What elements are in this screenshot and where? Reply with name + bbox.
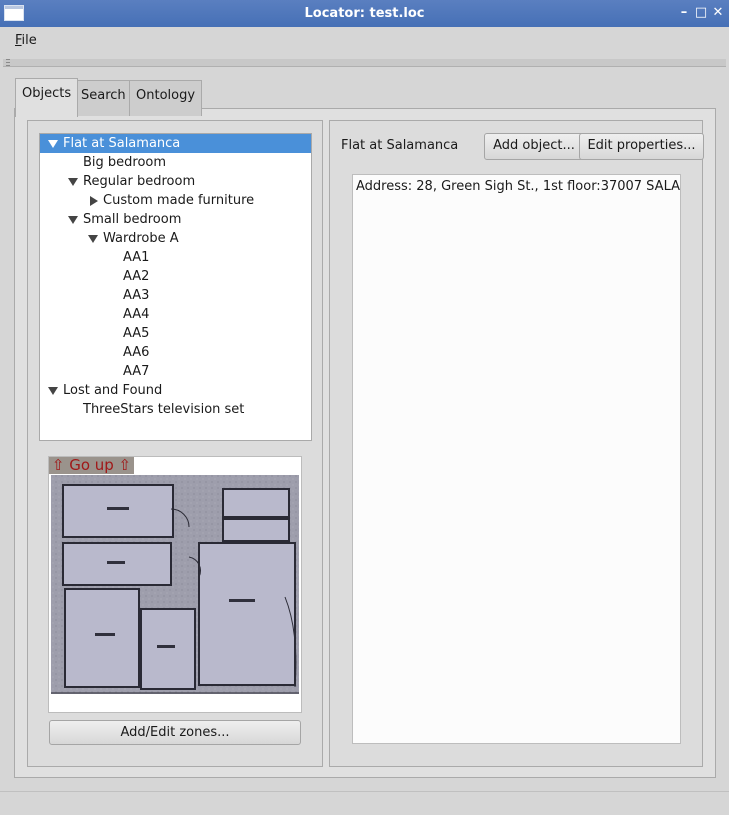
tree-node[interactable]: AA6 (123, 343, 149, 362)
tree-node[interactable]: Flat at Salamanca (40, 134, 311, 153)
expand-down-icon[interactable] (48, 387, 58, 395)
tree-node[interactable]: Lost and Found (40, 381, 311, 400)
tree-node[interactable]: Regular bedroom (40, 172, 311, 191)
expand-down-icon[interactable] (48, 140, 58, 148)
expand-down-icon[interactable] (68, 216, 78, 224)
tree-node[interactable]: Big bedroom (83, 153, 166, 172)
expand-down-icon[interactable] (88, 235, 98, 243)
title-bar: Locator: test.loc – □ ✕ (0, 0, 729, 27)
tree-node-label: AA2 (123, 269, 150, 284)
properties-text: Address: 28, Green Sigh St., 1st floor:3… (356, 179, 680, 194)
tab-ontology[interactable]: Ontology (129, 80, 203, 116)
tree-node[interactable]: AA5 (123, 324, 149, 343)
properties-view[interactable]: Address: 28, Green Sigh St., 1st floor:3… (352, 174, 681, 744)
object-title: Flat at Salamanca (341, 138, 459, 153)
tree-node-label: AA5 (123, 326, 150, 341)
tree-node[interactable]: Custom made furniture (40, 191, 311, 210)
tree-node[interactable]: AA2 (123, 267, 149, 286)
tab-objects[interactable]: Objects (15, 78, 79, 117)
tree-node-label: AA1 (123, 250, 150, 265)
tree-node[interactable]: AA4 (123, 305, 149, 324)
status-bar (0, 791, 729, 815)
floor-plan-image[interactable] (49, 457, 301, 712)
menu-bar: File (0, 27, 729, 55)
tree-node-label: Wardrobe A (103, 231, 179, 246)
tree-node[interactable]: ThreeStars television set (83, 400, 244, 419)
minimize-icon[interactable]: – (676, 5, 692, 21)
menu-file-label: File (15, 33, 37, 48)
tree-node-label: Lost and Found (63, 383, 163, 398)
tree-node-label: Small bedroom (83, 212, 182, 227)
tab-search[interactable]: Search (74, 80, 133, 116)
add-edit-zones-button[interactable]: Add/Edit zones... (49, 720, 301, 745)
tree-node[interactable]: AA7 (123, 362, 149, 381)
tree-node-label: AA7 (123, 364, 150, 379)
add-object-button[interactable]: Add object... (484, 133, 584, 160)
tree-node[interactable]: AA1 (123, 248, 149, 267)
maximize-icon[interactable]: □ (693, 5, 709, 21)
expand-right-icon[interactable] (90, 196, 98, 206)
tree-node-label: Flat at Salamanca (63, 136, 181, 151)
menu-file[interactable]: File (15, 33, 37, 48)
map-view[interactable] (48, 456, 302, 713)
window-title: Locator: test.loc (304, 6, 425, 21)
tree-node-label: AA6 (123, 345, 150, 360)
object-tree[interactable]: Flat at Salamanca Big bedroom Regular be… (39, 133, 312, 441)
close-icon[interactable]: ✕ (710, 5, 726, 21)
tree-node-label: ThreeStars television set (83, 402, 245, 417)
edit-properties-button[interactable]: Edit properties... (579, 133, 704, 160)
tree-node-label: Big bedroom (83, 155, 167, 170)
tree-node-label: AA4 (123, 307, 150, 322)
toolbar-handle (3, 59, 726, 67)
tree-node-label: AA3 (123, 288, 150, 303)
tree-node[interactable]: Wardrobe A (40, 229, 311, 248)
expand-down-icon[interactable] (68, 178, 78, 186)
tree-node[interactable]: AA3 (123, 286, 149, 305)
tree-node-label: Custom made furniture (103, 193, 255, 208)
grip-icon[interactable] (6, 59, 10, 66)
tree-node-label: Regular bedroom (83, 174, 196, 189)
tree-node[interactable]: Small bedroom (40, 210, 311, 229)
go-up-button[interactable]: ⇧ Go up ⇧ (49, 457, 134, 474)
